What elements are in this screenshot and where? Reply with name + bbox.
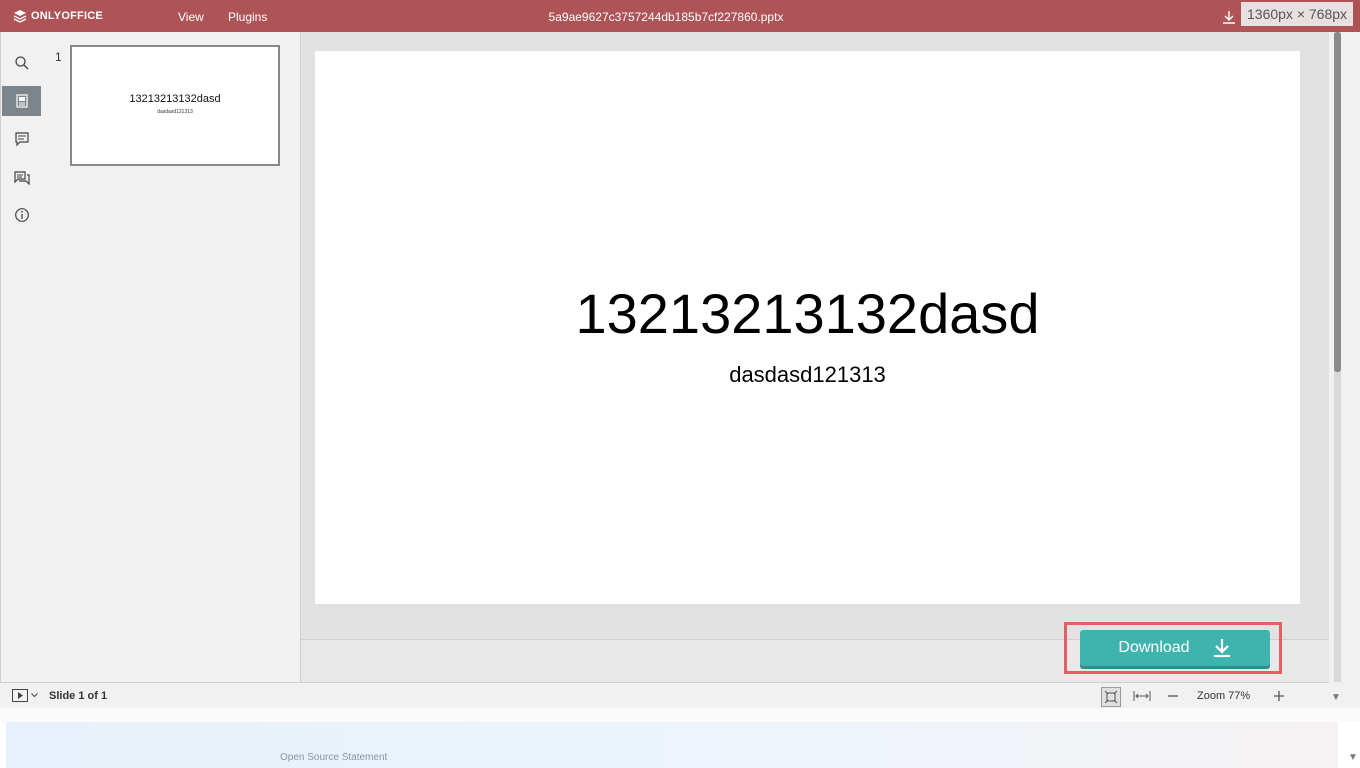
zoom-label: Zoom 77% [1197,690,1251,702]
zoom-in-button[interactable] [1270,687,1288,705]
vertical-scrollbar[interactable]: ▼ [1329,32,1360,708]
page-footer [6,722,1338,768]
fit-to-width-icon [1133,691,1151,701]
open-source-statement-link[interactable]: Open Source Statement [280,752,387,763]
slide[interactable]: 13213213132dasd dasdasd121313 [315,51,1300,604]
slide-subtitle: dasdasd121313 [729,362,886,387]
left-sidebar [0,32,42,682]
scroll-down-icon[interactable]: ▼ [1331,692,1341,703]
search-icon [14,56,28,70]
document-title: 5a9ae9627c3757244db185b7cf227860.pptx [548,10,784,24]
slide-thumbnail[interactable]: 13213213132dasd dasdasd121313 [70,45,280,166]
zoom-out-button[interactable] [1164,687,1182,705]
chevron-down-icon [31,693,38,698]
download-button[interactable]: Download [1080,630,1270,666]
status-bar: Slide 1 of 1 Zoom 77% [0,682,1329,709]
slide-title: 13213213132dasd [575,282,1040,345]
slide-thumbnails-panel: 1 13213213132dasd dasdasd121313 [41,32,301,682]
footer-divider [0,708,1360,722]
info-icon [14,208,29,222]
download-arrow-icon [1213,639,1230,658]
slide-count: Slide 1 of 1 [49,690,108,702]
dimensions-badge: 1360px × 768px [1241,2,1354,26]
slides-icon [15,94,28,108]
thumbnail-number: 1 [55,50,62,64]
page-scroll-down-icon[interactable]: ▼ [1348,752,1358,763]
comments-icon [14,132,29,147]
download-button-label: Download [1118,639,1190,656]
thumbnail-title: 13213213132dasd [129,93,221,105]
info-button[interactable] [2,200,41,230]
fit-to-slide-button[interactable] [1101,687,1121,707]
comments-button[interactable] [2,124,41,154]
fit-to-width-button[interactable] [1133,687,1151,705]
slides-button[interactable] [2,86,41,116]
chat-button[interactable] [2,163,41,193]
minus-icon [1168,695,1178,697]
thumbnail-subtitle: dasdasd121313 [157,109,193,115]
header-download-icon[interactable] [1221,9,1237,30]
play-icon [12,689,28,702]
slide-canvas: 13213213132dasd dasdasd121313 [301,32,1329,683]
search-button[interactable] [2,48,41,78]
chat-icon [13,171,30,186]
plus-icon [1274,691,1284,701]
app-header: ONLYOFFICE View Plugins 5a9ae9627c375724… [0,0,1360,32]
start-slideshow-button[interactable] [12,689,38,702]
scrollbar-thumb[interactable] [1334,32,1341,372]
fit-to-slide-icon [1104,690,1118,704]
